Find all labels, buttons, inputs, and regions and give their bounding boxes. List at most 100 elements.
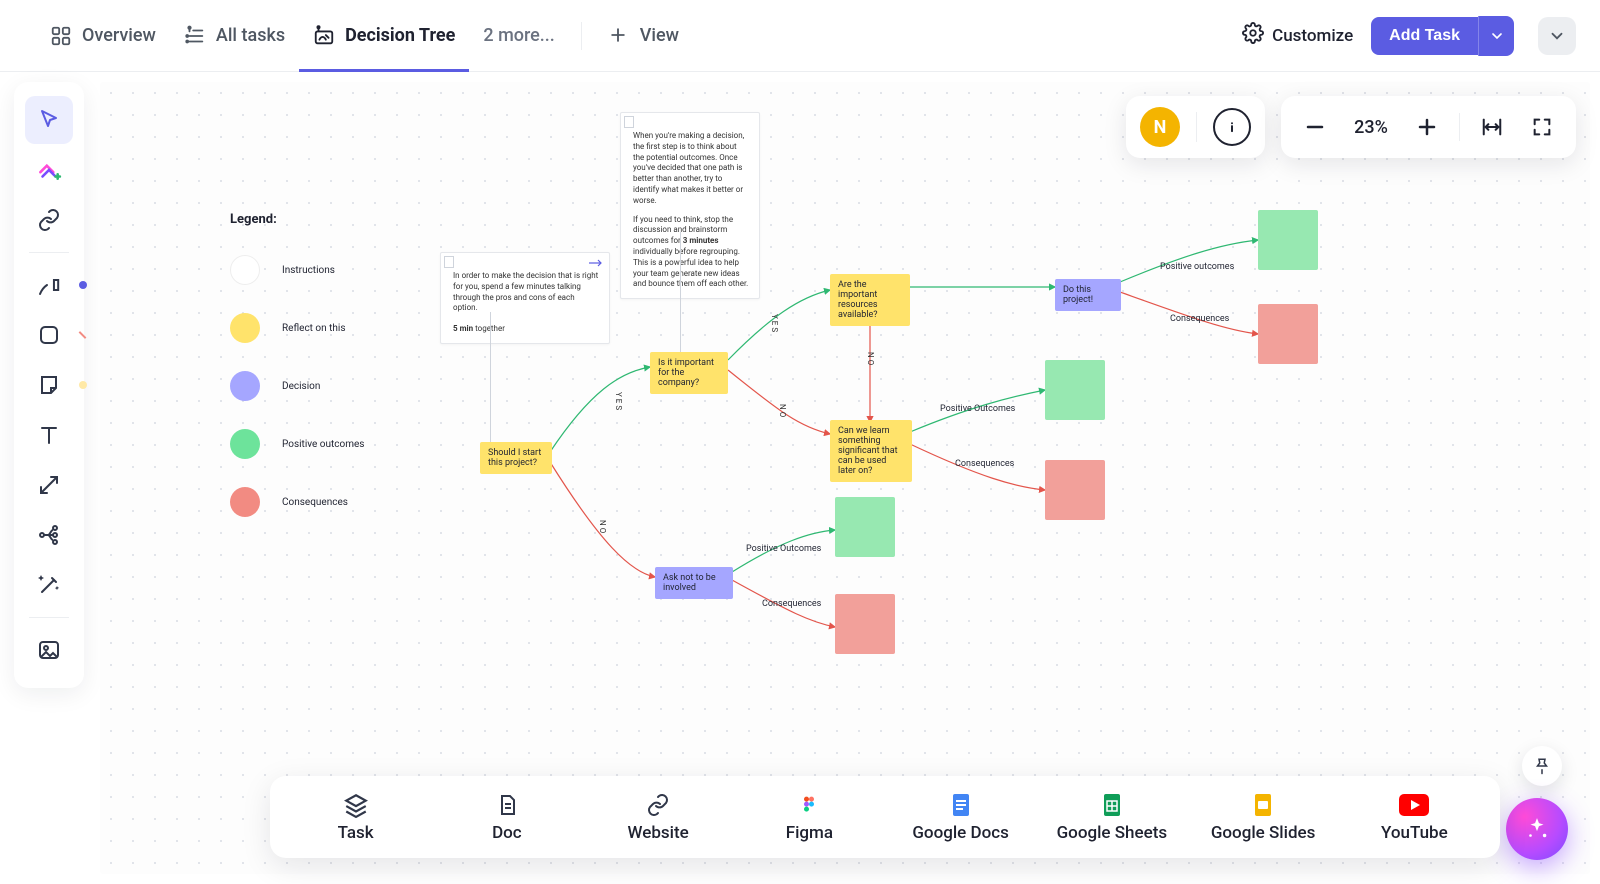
arrow-icon [589,259,603,267]
edge-label-no: NO [778,404,787,419]
instruction-note[interactable]: In order to make the decision that is ri… [440,252,610,344]
note-corner-icon [444,256,454,268]
tool-sticky[interactable] [25,361,73,409]
tab-overview[interactable]: Overview [36,0,170,72]
tool-ai-add[interactable] [25,146,73,194]
tool-magic[interactable] [25,561,73,609]
node-decision[interactable]: Ask not to be involved [655,567,733,599]
note-corner-icon [624,116,634,128]
user-avatar[interactable]: N [1140,107,1180,147]
customize-button[interactable]: Customize [1242,22,1353,49]
google-docs-icon [951,791,971,819]
pen-color-indicator [79,281,87,289]
workspace: N 23% Legend: Instructions Reflect on th… [0,72,1600,884]
zoom-out-button[interactable] [1291,106,1339,148]
outcome-positive[interactable] [835,497,895,557]
edge-label-positive: Positive outcomes [1160,262,1234,272]
sticky-color-indicator [79,381,87,389]
note-text: In order to make the decision that is ri… [453,271,599,314]
outcome-consequence[interactable] [1045,460,1105,520]
insert-youtube[interactable]: YouTube [1339,782,1490,852]
instruction-note[interactable]: When you're making a decision, the first… [620,112,760,299]
node-question[interactable]: Is it important for the company? [650,352,728,394]
outcome-consequence[interactable] [1258,304,1318,364]
edge-label-positive: Positive Outcomes [746,544,821,554]
tab-label: Overview [82,25,156,46]
customize-label: Customize [1272,26,1353,46]
edge-label-consequences: Consequences [1170,314,1229,324]
add-task-button[interactable]: Add Task [1371,17,1478,55]
insert-google-docs[interactable]: Google Docs [885,782,1036,852]
insert-label: Google Docs [912,823,1009,843]
add-task-group: Add Task [1371,16,1514,56]
toolbar-divider [29,252,69,253]
node-text: Ask not to be involved [663,573,725,593]
node-question[interactable]: Are the important resources available? [830,274,910,326]
insert-doc[interactable]: Doc [431,782,582,852]
tab-decision-tree[interactable]: Decision Tree [299,0,469,72]
node-decision[interactable]: Do this project! [1055,279,1121,311]
fullscreen-button[interactable] [1518,106,1566,148]
tab-label: 2 more... [483,25,554,46]
whiteboard-toolbar [14,82,84,688]
info-button[interactable] [1213,108,1251,146]
outcome-consequence[interactable] [835,594,895,654]
whiteboard-canvas[interactable]: N 23% Legend: Instructions Reflect on th… [100,82,1590,874]
insert-google-slides[interactable]: Google Slides [1188,782,1339,852]
note-connector [680,232,681,352]
note-text: individually before regrouping. This is … [633,247,748,288]
node-text: Can we learn something significant that … [838,426,904,476]
outcome-positive[interactable] [1258,210,1318,270]
doc-icon [495,791,519,819]
ai-fab-button[interactable] [1506,798,1568,860]
note-connector [490,312,491,442]
tab-label: All tasks [216,25,285,46]
pin-button[interactable] [1522,746,1562,786]
legend-swatch [230,255,260,285]
node-text: Are the important resources available? [838,280,902,320]
legend-label: Instructions [282,265,335,276]
node-question[interactable]: Can we learn something significant that … [830,420,912,482]
tab-all-tasks[interactable]: All tasks [170,0,299,72]
note-strong: 5 min [453,324,473,333]
legend-row: Consequences [230,487,364,517]
insert-label: YouTube [1381,823,1448,843]
legend-swatch [230,487,260,517]
tool-text[interactable] [25,411,73,459]
edge-label-no: NO [866,352,875,367]
add-task-dropdown[interactable] [1478,16,1514,56]
tool-shape[interactable] [25,311,73,359]
insert-label: Doc [492,823,522,843]
fit-width-button[interactable] [1468,106,1516,148]
google-sheets-icon [1102,791,1122,819]
toolbar-divider [29,617,69,618]
node-text: Do this project! [1063,285,1113,305]
legend-row: Instructions [230,255,364,285]
tool-link[interactable] [25,196,73,244]
tool-pen[interactable] [25,261,73,309]
insert-google-sheets[interactable]: Google Sheets [1036,782,1187,852]
insert-website[interactable]: Website [583,782,734,852]
zoom-level[interactable]: 23% [1341,117,1401,138]
insert-label: Website [628,823,689,843]
add-view-button[interactable]: View [594,0,693,72]
outcome-positive[interactable] [1045,360,1105,420]
tab-label: Decision Tree [345,25,455,46]
zoom-in-button[interactable] [1403,106,1451,148]
page-more-menu[interactable] [1538,17,1576,55]
edge-label-consequences: Consequences [762,599,821,609]
insert-label: Google Slides [1211,823,1316,843]
legend: Legend: Instructions Reflect on this Dec… [230,212,364,545]
grid-icon [50,25,72,47]
tool-select[interactable] [25,96,73,144]
note-strong: 3 minutes [683,236,719,245]
tool-connector[interactable] [25,461,73,509]
insert-task[interactable]: Task [280,782,431,852]
tab-more[interactable]: 2 more... [469,0,568,72]
figma-icon [799,791,819,819]
tool-image[interactable] [25,626,73,674]
node-question[interactable]: Should I start this project? [480,442,552,474]
insert-figma[interactable]: Figma [734,782,885,852]
node-text: Should I start this project? [488,448,544,468]
tool-mindmap[interactable] [25,511,73,559]
